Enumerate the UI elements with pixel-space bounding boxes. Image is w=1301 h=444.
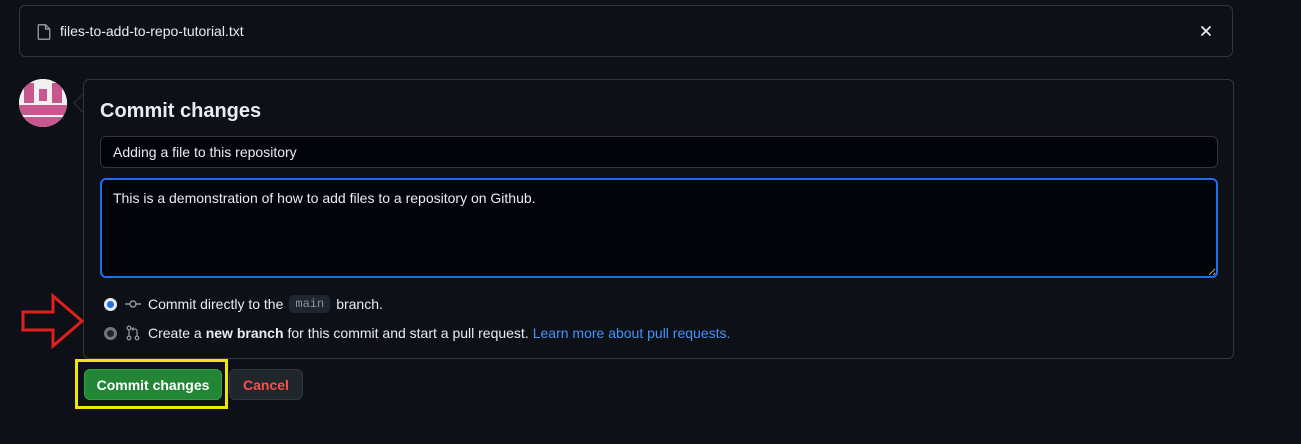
option-new-branch-prefix: Create a [148, 325, 202, 341]
learn-more-pull-requests-link[interactable]: Learn more about pull requests. [533, 325, 731, 341]
file-icon [37, 24, 51, 40]
branch-name-chip: main [289, 295, 331, 313]
commit-panel: Commit changes This is a demonstration o… [83, 79, 1234, 359]
file-header: files-to-add-to-repo-tutorial.txt [19, 5, 1233, 57]
radio-commit-direct[interactable] [104, 297, 117, 311]
option-new-branch-suffix: for this commit and start a pull request… [287, 325, 529, 341]
git-pull-request-icon [126, 325, 140, 341]
radio-new-branch[interactable] [104, 326, 117, 340]
commit-description-input[interactable]: This is a demonstration of how to add fi… [100, 178, 1218, 278]
option-commit-direct[interactable]: Commit directly to the main branch. [104, 293, 383, 315]
commit-heading: Commit changes [100, 100, 262, 122]
option-new-branch[interactable]: Create a new branch for this commit and … [104, 322, 730, 344]
option-direct-text: Commit directly to the [148, 296, 284, 312]
annotation-arrow-icon [21, 292, 85, 350]
option-new-branch-bold: new branch [205, 325, 284, 341]
git-commit-icon [125, 300, 141, 308]
commit-changes-button[interactable]: Commit changes [84, 369, 222, 400]
commit-summary-input[interactable] [100, 136, 1218, 168]
avatar[interactable] [19, 79, 67, 127]
avatar-identicon [19, 79, 67, 127]
option-direct-suffix: branch. [336, 296, 383, 312]
cancel-button[interactable]: Cancel [229, 369, 303, 400]
file-name: files-to-add-to-repo-tutorial.txt [60, 23, 244, 39]
close-icon[interactable] [1196, 21, 1216, 41]
